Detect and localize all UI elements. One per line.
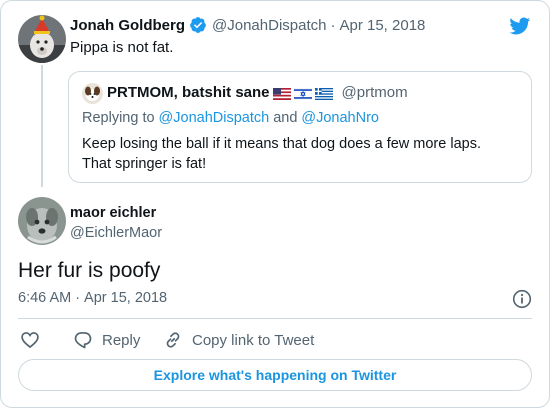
- quoted-text-line: Keep losing the ball if it means that do…: [82, 136, 481, 152]
- main-author-name[interactable]: maor eichler: [70, 203, 162, 223]
- copy-link-button[interactable]: Copy link to Tweet: [163, 330, 314, 350]
- quoted-text-line: That springer is fat!: [82, 156, 207, 172]
- original-tweet-text: Pippa is not fat.: [70, 39, 174, 56]
- twitter-bird-icon[interactable]: [507, 15, 532, 42]
- main-author-handle[interactable]: @EichlerMaor: [70, 223, 162, 243]
- heart-icon: [20, 330, 40, 350]
- tweet-time[interactable]: 6:46 AM: [18, 290, 71, 306]
- main-tweet-text: Her fur is poofy: [18, 259, 161, 282]
- original-tweet-header: Jonah Goldberg @JonahDispatch · Apr 15, …: [70, 16, 425, 34]
- separator: ·: [330, 16, 336, 34]
- author-handle[interactable]: @JonahDispatch: [212, 17, 326, 34]
- replying-prefix: Replying to: [82, 110, 155, 126]
- separator: ·: [75, 290, 81, 306]
- author-name[interactable]: Jonah Goldberg: [70, 17, 185, 34]
- replying-user-link[interactable]: @JonahDispatch: [159, 110, 270, 126]
- link-icon: [163, 330, 183, 350]
- quoted-author-handle[interactable]: @prtmom: [342, 84, 408, 101]
- tweet-date[interactable]: Apr 15, 2018: [339, 17, 425, 34]
- greece-flag-icon: [314, 87, 333, 100]
- us-flag-icon: [272, 87, 291, 100]
- tweet-embed-card: Jonah Goldberg @JonahDispatch · Apr 15, …: [0, 0, 550, 408]
- like-button[interactable]: [20, 330, 40, 350]
- explore-button[interactable]: Explore what's happening on Twitter: [18, 359, 532, 391]
- replying-to-line: Replying to @JonahDispatch and @JonahNro: [82, 110, 379, 126]
- prtmom-avatar[interactable]: [82, 83, 103, 104]
- reply-button[interactable]: Reply: [73, 330, 140, 350]
- tweet-date[interactable]: Apr 15, 2018: [84, 290, 167, 306]
- info-icon[interactable]: [512, 289, 532, 314]
- main-tweet-timestamp[interactable]: 6:46 AM · Apr 15, 2018: [18, 290, 167, 306]
- replying-and: and: [273, 110, 298, 126]
- verified-badge-icon: [189, 16, 207, 34]
- quoted-tweet-header: PRTMOM, batshit sane @prtmom: [107, 84, 408, 101]
- quoted-tweet[interactable]: PRTMOM, batshit sane @prtmom Replying to…: [68, 71, 532, 183]
- replying-user-link[interactable]: @JonahNro: [301, 110, 379, 126]
- quoted-author-name[interactable]: PRTMOM, batshit sane: [107, 84, 270, 101]
- maor-eichler-avatar[interactable]: [18, 197, 66, 245]
- israel-flag-icon: [293, 87, 312, 100]
- main-tweet-author: maor eichler @EichlerMaor: [70, 203, 162, 243]
- jonah-goldberg-avatar[interactable]: [18, 15, 66, 63]
- reply-bubble-icon: [73, 330, 93, 350]
- divider: [18, 318, 532, 319]
- quoted-tweet-text: Keep losing the ball if it means that do…: [82, 134, 481, 174]
- reply-label: Reply: [102, 331, 141, 349]
- explore-label: Explore what's happening on Twitter: [153, 367, 397, 383]
- copy-link-label: Copy link to Tweet: [192, 331, 315, 349]
- thread-connector-line: [41, 65, 43, 187]
